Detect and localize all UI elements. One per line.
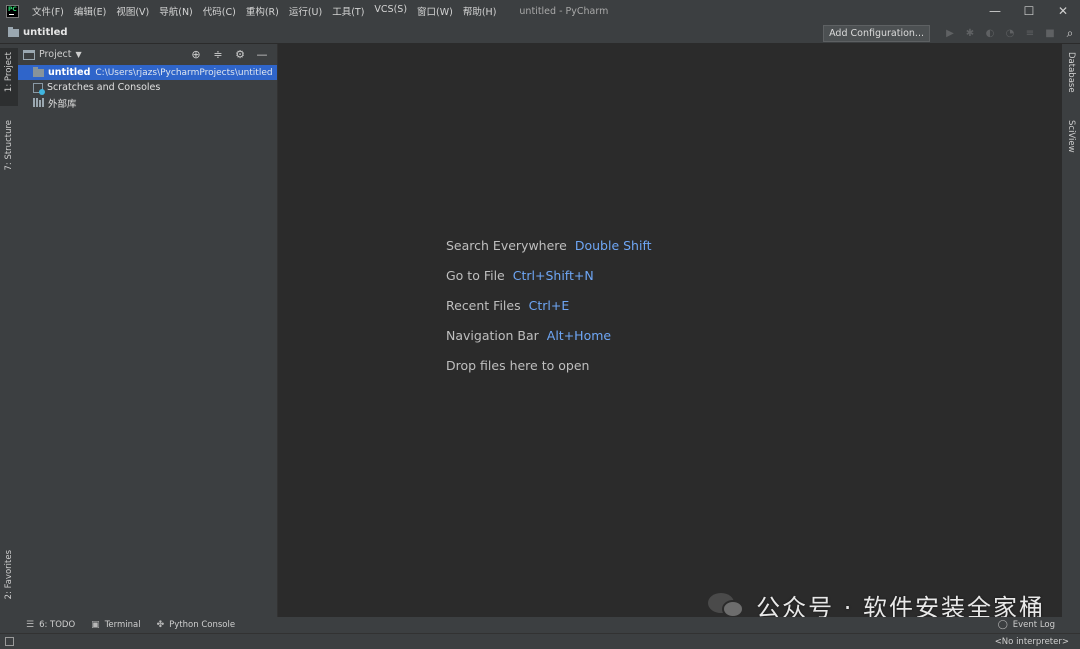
event-log-label: Event Log bbox=[1012, 620, 1055, 630]
hint-recent-files: Recent Files Ctrl+E bbox=[446, 290, 652, 320]
tab-terminal-label: Terminal bbox=[104, 620, 141, 630]
tree-item-external-libraries[interactable]: 外部库 bbox=[18, 95, 277, 110]
event-log-icon: ◯ bbox=[997, 620, 1008, 630]
tab-sciview[interactable]: SciView bbox=[1062, 120, 1080, 166]
run-icon[interactable]: ▶ bbox=[940, 22, 960, 44]
hint-navigation-bar: Navigation Bar Alt+Home bbox=[446, 320, 652, 350]
toggle-tool-windows-icon[interactable] bbox=[5, 637, 14, 646]
menu-refactor[interactable]: 重构(R) bbox=[241, 4, 284, 18]
menu-bar: 文件(F) 编辑(E) 视图(V) 导航(N) 代码(C) 重构(R) 运行(U… bbox=[27, 4, 501, 18]
tree-item-scratches[interactable]: Scratches and Consoles bbox=[18, 80, 277, 95]
status-bar: <No interpreter> bbox=[0, 633, 1080, 649]
folder-icon bbox=[8, 26, 19, 37]
minimize-button[interactable]: — bbox=[978, 0, 1012, 22]
tab-structure-label: 7: Structure bbox=[4, 120, 14, 171]
tree-item-untitled[interactable]: untitled C:\Users\rjazs\PycharmProjects\… bbox=[18, 65, 277, 80]
breadcrumb-project[interactable]: untitled bbox=[23, 27, 68, 38]
tab-sciview-label: SciView bbox=[1066, 120, 1076, 153]
tab-database[interactable]: Database bbox=[1062, 52, 1080, 104]
list-icon: ☰ bbox=[26, 620, 35, 630]
hide-icon[interactable]: — bbox=[251, 48, 273, 61]
debug-icon[interactable]: ✱ bbox=[960, 22, 980, 44]
gear-icon[interactable]: ⚙ bbox=[229, 48, 251, 61]
menu-tools[interactable]: 工具(T) bbox=[327, 4, 369, 18]
chevron-down-icon[interactable]: ▼ bbox=[76, 50, 82, 59]
maximize-button[interactable]: ☐ bbox=[1012, 0, 1046, 22]
folder-icon bbox=[33, 66, 44, 77]
hint-shortcut: Double Shift bbox=[574, 237, 652, 253]
tab-python-console-label: Python Console bbox=[169, 620, 236, 630]
right-tool-stripe: Database SciView bbox=[1062, 44, 1080, 617]
tree-item-label: untitled bbox=[48, 67, 91, 78]
title-bar: 文件(F) 编辑(E) 视图(V) 导航(N) 代码(C) 重构(R) 运行(U… bbox=[0, 0, 1080, 22]
editor-area[interactable]: Search Everywhere Double Shift Go to Fil… bbox=[279, 44, 1062, 617]
hint-label: Recent Files bbox=[446, 297, 521, 313]
event-log-button[interactable]: ◯ Event Log bbox=[998, 617, 1055, 633]
scratches-icon bbox=[33, 82, 45, 95]
locate-icon[interactable]: ⊕ bbox=[185, 48, 207, 61]
menu-code[interactable]: 代码(C) bbox=[198, 4, 241, 18]
tab-structure[interactable]: 7: Structure bbox=[0, 116, 18, 178]
editor-hints: Search Everywhere Double Shift Go to Fil… bbox=[446, 230, 652, 380]
coverage-icon[interactable]: ◐ bbox=[980, 22, 1000, 44]
hint-label: Go to File bbox=[446, 267, 505, 283]
window-title: untitled - PyCharm bbox=[519, 5, 609, 17]
project-tool-window: Project ▼ ⊕ ≑ ⚙ — untitled C:\Users\rjaz… bbox=[18, 44, 278, 617]
tree-item-label: 外部库 bbox=[48, 98, 77, 110]
concurrency-icon[interactable]: ≡ bbox=[1020, 22, 1040, 44]
tab-project[interactable]: 1: Project bbox=[0, 48, 18, 106]
window-controls: — ☐ ✕ bbox=[978, 0, 1080, 22]
hint-shortcut: Alt+Home bbox=[546, 327, 612, 343]
left-tool-stripe: 1: Project 7: Structure 2: Favorites bbox=[0, 44, 18, 633]
menu-navigate[interactable]: 导航(N) bbox=[154, 4, 198, 18]
tree-item-path: C:\Users\rjazs\PycharmProjects\untitled bbox=[95, 67, 273, 78]
hint-go-to-file: Go to File Ctrl+Shift+N bbox=[446, 260, 652, 290]
tab-favorites[interactable]: 2: Favorites bbox=[0, 546, 18, 610]
menu-file[interactable]: 文件(F) bbox=[27, 4, 69, 18]
stop-icon[interactable]: ■ bbox=[1040, 22, 1060, 44]
menu-help[interactable]: 帮助(H) bbox=[458, 4, 502, 18]
hint-drop-files: Drop files here to open bbox=[446, 350, 652, 380]
tab-favorites-label: 2: Favorites bbox=[4, 550, 14, 600]
collapse-all-icon[interactable]: ≑ bbox=[207, 48, 229, 61]
hint-label: Search Everywhere bbox=[446, 237, 567, 253]
hint-label: Navigation Bar bbox=[446, 327, 539, 343]
tab-todo[interactable]: ☰ 6: TODO bbox=[26, 620, 75, 630]
hint-search-everywhere: Search Everywhere Double Shift bbox=[446, 230, 652, 260]
project-panel-header: Project ▼ ⊕ ≑ ⚙ — bbox=[18, 44, 277, 65]
hint-shortcut: Ctrl+Shift+N bbox=[512, 267, 594, 283]
interpreter-selector[interactable]: <No interpreter> bbox=[995, 634, 1069, 649]
tree-item-label: Scratches and Consoles bbox=[47, 82, 161, 93]
add-configuration-button[interactable]: Add Configuration... bbox=[823, 24, 930, 42]
project-panel-tools: ⊕ ≑ ⚙ — bbox=[185, 44, 273, 65]
pycharm-logo-icon bbox=[6, 4, 19, 18]
close-button[interactable]: ✕ bbox=[1046, 0, 1080, 22]
tab-todo-label: 6: TODO bbox=[39, 620, 76, 630]
terminal-icon: ▣ bbox=[91, 620, 100, 630]
tab-project-label: 1: Project bbox=[4, 52, 14, 93]
navigation-bar: untitled Add Configuration... ▶ ✱ ◐ ◔ ≡ … bbox=[0, 22, 1080, 44]
tab-python-console[interactable]: ✤ Python Console bbox=[157, 620, 235, 630]
wechat-icon bbox=[708, 591, 748, 621]
menu-edit[interactable]: 编辑(E) bbox=[69, 4, 111, 18]
menu-vcs[interactable]: VCS(S) bbox=[369, 4, 412, 18]
tab-terminal[interactable]: ▣ Terminal bbox=[91, 620, 140, 630]
profile-icon[interactable]: ◔ bbox=[1000, 22, 1020, 44]
project-view-icon bbox=[23, 49, 35, 60]
search-icon[interactable]: ⌕ bbox=[1060, 22, 1080, 44]
bottom-tool-bar: ☰ 6: TODO ▣ Terminal ✤ Python Console ◯ … bbox=[0, 617, 1080, 633]
run-toolbar: Add Configuration... ▶ ✱ ◐ ◔ ≡ ■ ⌕ bbox=[823, 22, 1080, 44]
python-icon: ✤ bbox=[156, 620, 165, 630]
hint-label: Drop files here to open bbox=[446, 357, 590, 373]
menu-run[interactable]: 运行(U) bbox=[284, 4, 327, 18]
library-icon bbox=[33, 98, 44, 107]
hint-shortcut: Ctrl+E bbox=[528, 297, 570, 313]
tab-database-label: Database bbox=[1066, 52, 1076, 93]
menu-view[interactable]: 视图(V) bbox=[111, 4, 154, 18]
menu-window[interactable]: 窗口(W) bbox=[412, 4, 458, 18]
project-view-selector[interactable]: Project bbox=[39, 49, 72, 60]
